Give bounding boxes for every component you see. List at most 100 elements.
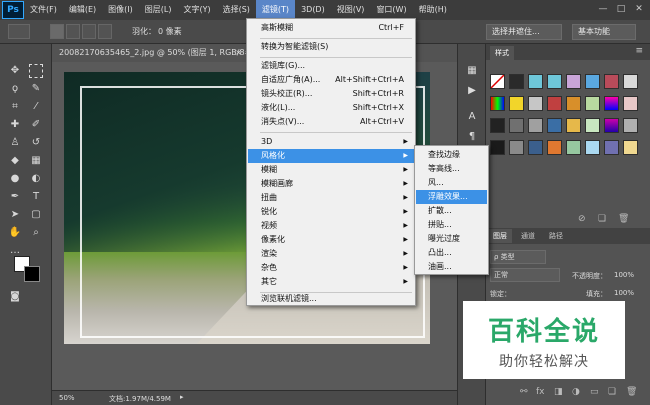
style-swatch[interactable] (585, 74, 600, 89)
history-panel-icon[interactable]: ▦ (465, 64, 479, 78)
stylize-find-edges[interactable]: 查找边缘 (416, 148, 487, 162)
filter-3d[interactable]: 3D ▶ (248, 135, 414, 149)
actions-panel-icon[interactable]: ▶ (465, 84, 479, 98)
filter-stylize[interactable]: 风格化 ▶ (248, 149, 414, 163)
menu-edit[interactable]: 编辑(E) (63, 0, 102, 20)
panel-menu-icon[interactable]: ≡ (635, 46, 643, 56)
filter-video[interactable]: 视频 ▶ (248, 219, 414, 233)
style-swatch[interactable] (509, 96, 524, 111)
style-swatch[interactable] (547, 74, 562, 89)
menu-type[interactable]: 文字(Y) (177, 0, 216, 20)
menu-filter[interactable]: 滤镜(T) (255, 0, 296, 20)
filter-gaussian-blur[interactable]: 高斯模糊 Ctrl+F (248, 21, 414, 35)
style-swatch[interactable] (566, 118, 581, 133)
link-layers-icon[interactable]: ⚯ (520, 387, 528, 397)
maximize-icon[interactable]: □ (614, 3, 628, 15)
new-selection-icon[interactable] (50, 24, 64, 39)
layer-mask-icon[interactable]: ◨ (554, 387, 563, 397)
filter-sharpen[interactable]: 锐化 ▶ (248, 205, 414, 219)
hand-tool-icon[interactable]: ✋ (8, 226, 22, 240)
stylize-wind[interactable]: 风... (416, 176, 487, 190)
delete-layer-icon[interactable]: 🗑 (626, 387, 637, 397)
zoom-tool-icon[interactable]: ⌕ (29, 226, 43, 240)
style-swatch[interactable] (585, 96, 600, 111)
quick-select-tool-icon[interactable]: ✎ (29, 82, 43, 96)
filter-distort[interactable]: 扭曲 ▶ (248, 191, 414, 205)
style-swatch[interactable] (566, 74, 581, 89)
stylize-diffuse[interactable]: 扩散... (416, 204, 487, 218)
marquee-tool-icon[interactable] (29, 64, 43, 78)
status-arrow-icon[interactable]: ▸ (180, 393, 184, 401)
add-selection-icon[interactable] (66, 24, 80, 39)
zoom-level[interactable]: 50% (59, 394, 75, 402)
filter-gallery[interactable]: 滤镜库(G)... (248, 59, 414, 73)
stylize-emboss[interactable]: 浮雕效果... (416, 190, 487, 204)
filter-adaptive-wide-angle[interactable]: 自适应广角(A)... Alt+Shift+Ctrl+A (248, 73, 414, 87)
style-swatch[interactable] (547, 96, 562, 111)
style-swatch[interactable] (490, 74, 505, 89)
menu-3d[interactable]: 3D(D) (295, 0, 331, 20)
filter-noise[interactable]: 杂色 ▶ (248, 261, 414, 275)
style-swatch[interactable] (604, 140, 619, 155)
crop-tool-icon[interactable]: ⌗ (8, 100, 22, 114)
marquee-preset-button[interactable] (8, 24, 30, 39)
healing-brush-tool-icon[interactable]: ✚ (8, 118, 22, 132)
style-swatch[interactable] (528, 96, 543, 111)
filter-blur[interactable]: 模糊 ▶ (248, 163, 414, 177)
style-swatch[interactable] (566, 140, 581, 155)
intersect-selection-icon[interactable] (98, 24, 112, 39)
tab-styles[interactable]: 样式 (490, 46, 514, 60)
workspace-select[interactable]: 基本功能 (572, 24, 636, 40)
tab-channels[interactable]: 通道 (516, 229, 540, 243)
new-layer-icon[interactable]: ❏ (608, 387, 616, 397)
style-swatch[interactable] (528, 118, 543, 133)
adjustment-layer-icon[interactable]: ◑ (572, 387, 580, 397)
dodge-tool-icon[interactable]: ◐ (29, 172, 43, 186)
filter-lens-correction[interactable]: 镜头校正(R)... Shift+Ctrl+R (248, 87, 414, 101)
paragraph-panel-icon[interactable]: ¶ (465, 130, 479, 144)
style-swatch[interactable] (604, 96, 619, 111)
tab-paths[interactable]: 路径 (544, 229, 568, 243)
stylize-oil-paint[interactable]: 油画... (416, 260, 487, 274)
menu-image[interactable]: 图像(I) (102, 0, 139, 20)
tab-close-icon[interactable]: × (235, 44, 242, 62)
style-swatch[interactable] (547, 140, 562, 155)
filter-convert-smart[interactable]: 转换为智能滤镜(S) (248, 40, 414, 54)
filter-blur-gallery[interactable]: 模糊画廊 ▶ (248, 177, 414, 191)
path-select-tool-icon[interactable]: ➤ (8, 208, 22, 222)
style-swatch[interactable] (509, 74, 524, 89)
filter-vanishing-point[interactable]: 消失点(V)... Alt+Ctrl+V (248, 115, 414, 129)
layer-style-icon[interactable]: fx (536, 387, 545, 397)
style-swatch[interactable] (547, 118, 562, 133)
style-swatch[interactable] (490, 140, 505, 155)
menu-window[interactable]: 窗口(W) (370, 0, 412, 20)
quick-mask-icon[interactable]: ◙ (8, 290, 22, 304)
menu-help[interactable]: 帮助(H) (413, 0, 453, 20)
style-swatch[interactable] (623, 140, 638, 155)
minimize-icon[interactable]: — (596, 3, 610, 15)
menu-layer[interactable]: 图层(L) (139, 0, 178, 20)
brush-tool-icon[interactable]: ✐ (29, 118, 43, 132)
style-swatch[interactable] (509, 140, 524, 155)
stylize-extrude[interactable]: 凸出... (416, 246, 487, 260)
style-swatch[interactable] (585, 140, 600, 155)
style-swatch[interactable] (528, 140, 543, 155)
style-swatch[interactable] (604, 74, 619, 89)
stylize-contour[interactable]: 等高线... (416, 162, 487, 176)
feather-value[interactable]: 0 像素 (158, 26, 182, 37)
fill-value[interactable]: 100% (614, 289, 634, 297)
history-brush-tool-icon[interactable]: ↺ (29, 136, 43, 150)
style-swatch[interactable] (585, 118, 600, 133)
style-swatch[interactable] (490, 118, 505, 133)
style-swatch[interactable] (623, 96, 638, 111)
character-panel-icon[interactable]: A (465, 110, 479, 124)
subtract-selection-icon[interactable] (82, 24, 96, 39)
filter-pixelate[interactable]: 像素化 ▶ (248, 233, 414, 247)
pen-tool-icon[interactable]: ✒ (8, 190, 22, 204)
tab-layers[interactable]: 图层 (488, 229, 512, 243)
clone-stamp-tool-icon[interactable]: ♙ (8, 136, 22, 150)
style-swatch[interactable] (623, 74, 638, 89)
clear-style-icon[interactable]: ⊘ (578, 214, 586, 224)
move-tool-icon[interactable]: ✥ (8, 64, 22, 78)
menu-file[interactable]: 文件(F) (24, 0, 63, 20)
